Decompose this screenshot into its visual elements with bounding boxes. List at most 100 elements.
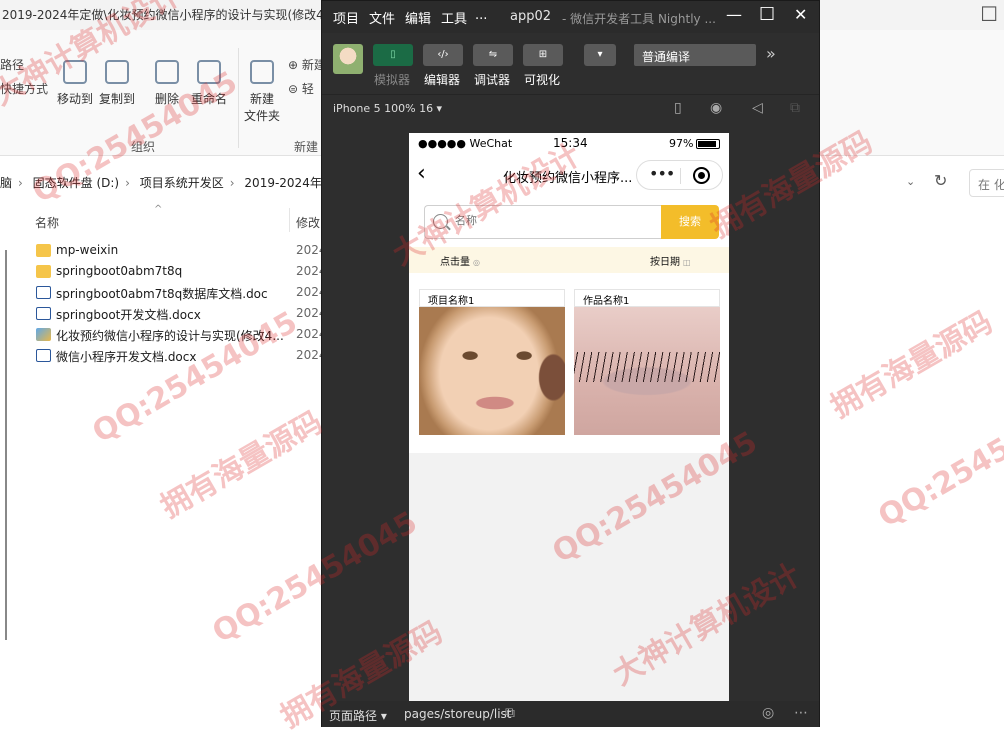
breadcrumb-item[interactable]: 项目系统开发区	[140, 176, 224, 190]
copy-to-label: 复制到	[98, 92, 135, 106]
move-to-icon	[63, 60, 87, 84]
file-row[interactable]: mp-weixin 2024	[34, 241, 334, 262]
menu-tools[interactable]: 工具	[441, 8, 467, 27]
scrollbar[interactable]	[5, 250, 7, 640]
breadcrumb-item[interactable]: 2019-2024年	[244, 176, 321, 190]
page-path-label[interactable]: 页面路径 ▾	[329, 707, 387, 724]
battery-icon	[696, 139, 720, 149]
word-doc-icon	[36, 349, 51, 362]
file-name: springboot0abm7t8q	[56, 264, 183, 278]
new-folder-icon	[250, 60, 274, 84]
menu-file[interactable]: 文件	[369, 8, 395, 27]
eye-icon: ◎	[473, 258, 480, 267]
capsule-divider	[680, 168, 681, 184]
file-name: 化妆预约微信小程序的设计与实现(修改4...	[56, 329, 284, 343]
sort-by-clicks[interactable]: 点击量 ◎	[440, 253, 480, 268]
close-icon[interactable]: ✕	[794, 5, 807, 24]
app-name: app02	[510, 9, 552, 24]
easy-access-button[interactable]: ⊜ 轻	[288, 80, 314, 97]
file-row[interactable]: springboot开发文档.docx 2024	[34, 304, 334, 325]
record-icon[interactable]: ◉	[710, 100, 722, 116]
copy-to-button[interactable]: 复制到	[89, 60, 145, 107]
phone-status-bar: ●●●●● WeChat 15:34 97%	[409, 133, 729, 153]
battery-percent: 97%	[669, 137, 694, 150]
editor-label: 编辑器	[424, 73, 461, 87]
easy-access-label: 轻	[301, 82, 314, 96]
rename-button[interactable]: 重命名	[181, 60, 237, 107]
simulator-label: 模拟器	[374, 73, 411, 87]
copy-icon[interactable]: ⧉	[505, 705, 515, 721]
menu-more[interactable]: ...	[475, 8, 487, 23]
file-row[interactable]: springboot0abm7t8q数据库文档.doc 2024	[34, 283, 334, 304]
code-icon: ‹/›	[437, 49, 449, 60]
breadcrumb-item[interactable]: 脑	[0, 176, 12, 190]
maximize-icon[interactable]: ☐	[980, 2, 998, 26]
more-chevron-icon[interactable]: »	[766, 44, 776, 63]
sort-by-date[interactable]: 按日期 ◫	[650, 253, 691, 268]
file-row[interactable]: springboot0abm7t8q 2024	[34, 262, 334, 283]
item-name: 项目名称1	[419, 289, 565, 307]
chevron-right-icon: ›	[18, 176, 23, 190]
chevron-right-icon: ›	[125, 176, 130, 190]
copy-to-icon	[105, 60, 129, 84]
mode-dropdown[interactable]: ▾	[584, 44, 616, 66]
file-name: springboot开发文档.docx	[56, 308, 201, 322]
phone-outline-icon[interactable]: ▯	[674, 100, 682, 116]
layout-icon: ⊞	[538, 49, 548, 60]
move-to-label: 移动到	[56, 92, 93, 106]
simulator-area: ●●●●● WeChat 15:34 97% ‹ 化妆预约微信小程序... ••…	[322, 123, 819, 701]
breadcrumb-item[interactable]: 固态软件盘 (D:)	[33, 176, 119, 190]
ribbon-shortcut-item[interactable]: 快捷方式	[0, 80, 48, 97]
eyelash-photo	[574, 307, 720, 435]
new-folder-button[interactable]: 新建 文件夹	[234, 60, 290, 124]
compile-mode-select[interactable]: 普通编译	[634, 44, 756, 66]
devtools-status-bar: 页面路径 ▾ pages/storeup/list ⧉ ◎ ⋯	[322, 701, 819, 727]
volume-icon[interactable]: ◁	[752, 100, 763, 116]
menu-edit[interactable]: 编辑	[405, 8, 431, 27]
column-divider[interactable]	[289, 208, 290, 232]
search-row: 搜索	[409, 197, 729, 247]
word-doc-icon	[36, 307, 51, 320]
eye-icon[interactable]: ◎	[762, 705, 774, 721]
file-row[interactable]: 化妆预约微信小程序的设计与实现(修改4... 2024	[34, 325, 334, 346]
file-name: 微信小程序开发文档.docx	[56, 350, 197, 364]
menu-project[interactable]: 项目	[333, 8, 359, 27]
face-makeup-photo	[419, 307, 565, 435]
folder-icon	[36, 244, 51, 257]
editor-toggle[interactable]: ‹/›	[423, 44, 463, 66]
visual-label: 可视化	[524, 73, 561, 87]
item-name: 作品名称1	[574, 289, 720, 307]
search-input[interactable]	[455, 214, 645, 227]
close-target-icon[interactable]	[693, 167, 710, 184]
refresh-icon[interactable]: ↻	[934, 171, 947, 190]
list-item[interactable]: 项目名称1	[419, 289, 565, 437]
devtools-toolbar: ▯ ‹/› ⇋ ⊞ ▾ 模拟器 编辑器 调试器 可视化 普通编译 »	[322, 33, 819, 95]
item-grid: 项目名称1 作品名称1	[409, 273, 729, 453]
column-header-name[interactable]: 名称	[35, 214, 59, 231]
debug-icon: ⇋	[488, 49, 498, 60]
list-item[interactable]: 作品名称1	[574, 289, 720, 437]
more-icon[interactable]: ⋯	[794, 705, 808, 721]
new-folder-label: 新建 文件夹	[243, 92, 280, 123]
search-box	[424, 205, 662, 239]
file-row[interactable]: 微信小程序开发文档.docx 2024	[34, 346, 334, 367]
ribbon-path-item[interactable]: 路径	[0, 56, 24, 73]
popout-icon[interactable]: ⧉	[790, 100, 800, 116]
simulator-bar: iPhone 5 100% 16 ▾ ▯ ◉ ◁ ⧉	[322, 95, 819, 123]
more-dots-icon[interactable]: •••	[649, 164, 675, 183]
search-icon	[433, 214, 448, 229]
page-title: 化妆预约微信小程序...	[503, 171, 633, 186]
avatar[interactable]	[333, 44, 363, 74]
explorer-search-input[interactable]: 在 化	[969, 169, 1004, 197]
minimize-icon[interactable]: —	[726, 5, 742, 24]
column-header-modified[interactable]: 修改	[296, 214, 320, 231]
debugger-toggle[interactable]: ⇋	[473, 44, 513, 66]
chevron-down-icon[interactable]: ⌄	[906, 175, 915, 188]
maximize-icon[interactable]: ☐	[759, 4, 775, 25]
search-button[interactable]: 搜索	[661, 205, 719, 239]
simulator-toggle[interactable]: ▯	[373, 44, 413, 66]
word-doc-icon	[36, 286, 51, 299]
visual-toggle[interactable]: ⊞	[523, 44, 563, 66]
back-icon[interactable]: ‹	[417, 161, 426, 186]
device-select[interactable]: iPhone 5 100% 16 ▾	[333, 102, 442, 115]
